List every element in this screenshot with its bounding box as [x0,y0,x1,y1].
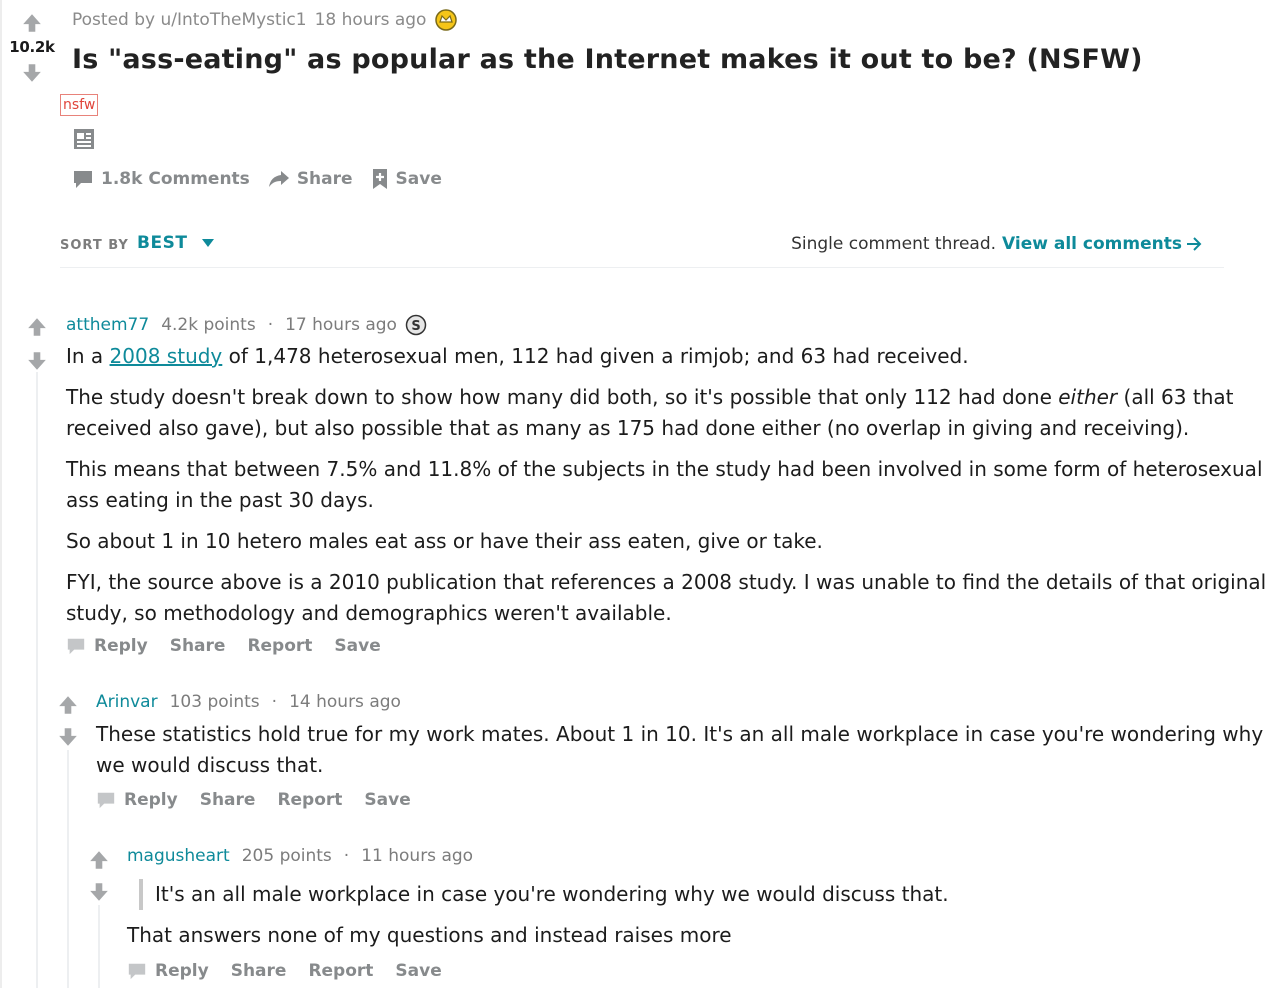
post-title[interactable]: Is "ass-eating" as popular as the Intern… [72,44,1143,75]
comment-points: 205 points [241,846,332,866]
silver-award-icon[interactable]: S [405,314,427,336]
save-label: Save [395,169,442,189]
comment-body: These statistics hold true for my work m… [96,719,1263,791]
separator-dot: · [271,692,278,712]
thread-note: Single comment thread. View all comments [791,234,1202,254]
comments-label: 1.8k Comments [101,169,250,189]
comment-paragraph: FYI, the source above is a 2010 publicat… [66,570,1267,625]
reply-button[interactable]: Reply [66,636,148,656]
comment-header: Arinvar 103 points · 14 hours ago [96,692,401,712]
upvote-icon[interactable] [26,316,48,338]
comments-button[interactable]: 1.8k Comments [72,168,250,190]
post-meta: Posted by u/IntoTheMystic1 18 hours ago [72,8,458,32]
comment-paragraph: In a 2008 study of 1,478 heterosexual me… [66,344,969,368]
save-button[interactable]: Save [364,790,410,810]
comment-author[interactable]: Arinvar [96,692,158,712]
comment-author[interactable]: magusheart [127,846,230,866]
upvote-icon[interactable] [21,12,43,34]
share-button[interactable]: Share [200,790,256,810]
post-time: 18 hours ago [314,10,427,30]
comment-actions: Reply Share Report Save [66,636,381,656]
report-button[interactable]: Report [247,636,312,656]
upvote-icon[interactable] [88,849,110,871]
post-actions: 1.8k Comments Share Save [72,168,442,190]
sort-value: BEST [137,233,188,253]
reply-label: Reply [155,961,209,981]
comment-time: 11 hours ago [361,846,474,866]
comment-icon [74,171,92,188]
comment-points: 103 points [169,692,260,712]
thread-line[interactable] [67,750,69,988]
post-score: 10.2k [9,38,55,56]
sort-dropdown[interactable]: BEST [137,233,215,253]
sort-label: SORT BY [60,238,129,253]
reply-label: Reply [124,790,178,810]
reply-button[interactable]: Reply [127,961,209,981]
share-icon [268,171,289,187]
caret-down-icon [202,239,215,247]
separator-dot: · [343,846,350,866]
save-button[interactable]: Save [371,168,442,190]
comment-vote-column [57,694,81,752]
thread-line[interactable] [98,905,100,988]
save-icon [372,169,387,189]
share-button[interactable]: Share [170,636,226,656]
study-link[interactable]: 2008 study [110,344,223,368]
blockquote: It's an all male workplace in case you'r… [139,879,949,910]
comment-vote-column [88,849,112,907]
downvote-icon[interactable] [88,881,110,903]
comment-paragraph: This means that between 7.5% and 11.8% o… [66,457,1263,512]
downvote-icon[interactable] [26,350,48,372]
report-button[interactable]: Report [277,790,342,810]
comment-icon [67,638,85,655]
comment-body: In a 2008 study of 1,478 heterosexual me… [66,341,1266,639]
upvote-icon[interactable] [57,694,79,716]
reply-label: Reply [94,636,148,656]
sort-bar: SORT BY BEST Single comment thread. View… [60,232,1224,268]
comment-body: It's an all male workplace in case you'r… [127,879,949,961]
share-label: Share [296,169,353,189]
comment-paragraph: That answers none of my questions and in… [127,923,732,947]
report-button[interactable]: Report [308,961,373,981]
comment-points: 4.2k points [161,315,256,335]
text-post-icon [74,129,94,149]
comment-actions: Reply Share Report Save [96,790,411,810]
award-icon[interactable] [434,8,458,32]
reply-button[interactable]: Reply [96,790,178,810]
share-button[interactable]: Share [231,961,287,981]
comment-paragraph: The study doesn't break down to show how… [66,385,1234,440]
comment-icon [128,963,146,980]
arrow-right-icon [1187,237,1202,251]
thread-line[interactable] [36,372,38,988]
downvote-icon[interactable] [57,726,79,748]
comment-icon [97,792,115,809]
comment-actions: Reply Share Report Save [127,961,442,981]
comment-author[interactable]: atthem77 [66,315,149,335]
view-all-comments-link[interactable]: View all comments [1002,234,1202,254]
save-button[interactable]: Save [334,636,380,656]
downvote-icon[interactable] [21,62,43,84]
save-button[interactable]: Save [395,961,441,981]
share-button[interactable]: Share [268,168,353,190]
comment-paragraph: These statistics hold true for my work m… [96,722,1264,777]
single-thread-text: Single comment thread. [791,234,997,254]
comment-vote-column [26,316,50,376]
comment-paragraph: So about 1 in 10 hetero males eat ass or… [66,529,823,553]
comment-header: magusheart 205 points · 11 hours ago [127,846,473,866]
view-all-label: View all comments [1002,234,1182,254]
comment-time: 14 hours ago [289,692,401,712]
nsfw-tag: nsfw [60,94,99,116]
svg-text:S: S [411,319,420,334]
posted-by[interactable]: Posted by u/IntoTheMystic1 [72,10,307,30]
comment-header: atthem77 4.2k points · 17 hours ago S [66,314,427,336]
left-rail [0,0,2,988]
post-vote-column: 10.2k [6,12,58,84]
comment-time: 17 hours ago [285,315,397,335]
separator-dot: · [267,315,274,335]
